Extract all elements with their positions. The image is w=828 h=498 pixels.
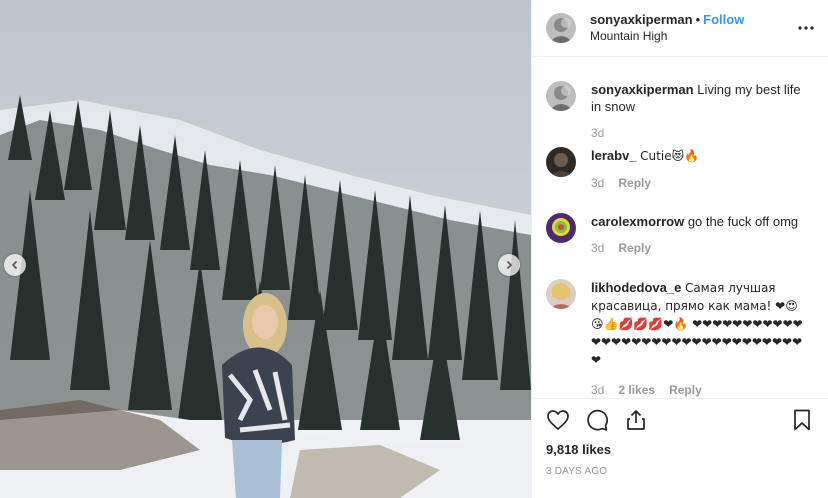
- comment-username[interactable]: lerabv_: [591, 148, 637, 163]
- instagram-post: sonyaxkiperman • Follow Mountain High sony…: [0, 0, 828, 498]
- comment-item: carolexmorrow go the fuck off omg 3d Repl…: [546, 213, 814, 257]
- comment-icon: [587, 409, 608, 431]
- next-photo-button[interactable]: [498, 254, 520, 276]
- post-side-panel: sonyaxkiperman • Follow Mountain High sony…: [531, 0, 828, 498]
- avatar[interactable]: [546, 81, 576, 111]
- comment-likes[interactable]: 2 likes: [618, 382, 655, 398]
- chevron-right-icon: [506, 260, 513, 270]
- share-icon: [627, 410, 645, 430]
- avatar[interactable]: [546, 213, 576, 243]
- reply-button[interactable]: Reply: [669, 382, 702, 398]
- caption: sonyaxkiperman Living my best life in sn…: [546, 81, 814, 142]
- comment-text: go the fuck off omg: [687, 214, 799, 229]
- comment-username[interactable]: likhodedova_e: [591, 280, 681, 295]
- comment-button[interactable]: [585, 408, 609, 432]
- bookmark-icon: [794, 409, 810, 431]
- author-avatar[interactable]: [546, 13, 576, 43]
- comment-username[interactable]: carolexmorrow: [591, 214, 684, 229]
- action-bar: [546, 399, 814, 441]
- comment-text: Cutie😻🔥: [640, 149, 700, 163]
- chevron-left-icon: [11, 260, 18, 270]
- more-options-button[interactable]: [798, 20, 814, 36]
- prev-photo-button[interactable]: [4, 254, 26, 276]
- post-header: sonyaxkiperman • Follow Mountain High: [532, 0, 828, 57]
- avatar[interactable]: [546, 147, 576, 177]
- post-timestamp[interactable]: 3 DAYS AGO: [546, 466, 814, 477]
- reply-button[interactable]: Reply: [618, 175, 651, 192]
- share-button[interactable]: [624, 408, 648, 432]
- author-username[interactable]: sonyaxkiperman: [590, 12, 693, 27]
- likes-count[interactable]: 9,818 likes: [546, 441, 814, 459]
- avatar[interactable]: [546, 279, 576, 309]
- save-button[interactable]: [790, 408, 814, 432]
- heart-icon: [547, 410, 569, 431]
- more-horizontal-icon: [798, 26, 814, 30]
- comment-item: likhodedova_e Самая лучшая красавица, пр…: [546, 279, 814, 398]
- follow-button[interactable]: Follow: [703, 12, 744, 27]
- snow-forest-photo: [0, 0, 531, 498]
- comment-age[interactable]: 3d: [591, 382, 604, 398]
- comments-list[interactable]: sonyaxkiperman Living my best life in sn…: [532, 57, 828, 398]
- comment-username[interactable]: sonyaxkiperman: [591, 82, 694, 97]
- comment-age[interactable]: 3d: [591, 240, 604, 257]
- comment-age[interactable]: 3d: [591, 125, 604, 142]
- like-button[interactable]: [546, 408, 570, 432]
- reply-button[interactable]: Reply: [618, 240, 651, 257]
- comment-age[interactable]: 3d: [591, 175, 604, 192]
- post-photo[interactable]: [0, 0, 531, 498]
- comment-item: lerabv_ Cutie😻🔥 3d Reply: [546, 147, 814, 192]
- post-location[interactable]: Mountain High: [590, 28, 744, 45]
- post-actions: 9,818 likes 3 DAYS AGO: [532, 398, 828, 498]
- header-separator: •: [695, 12, 701, 27]
